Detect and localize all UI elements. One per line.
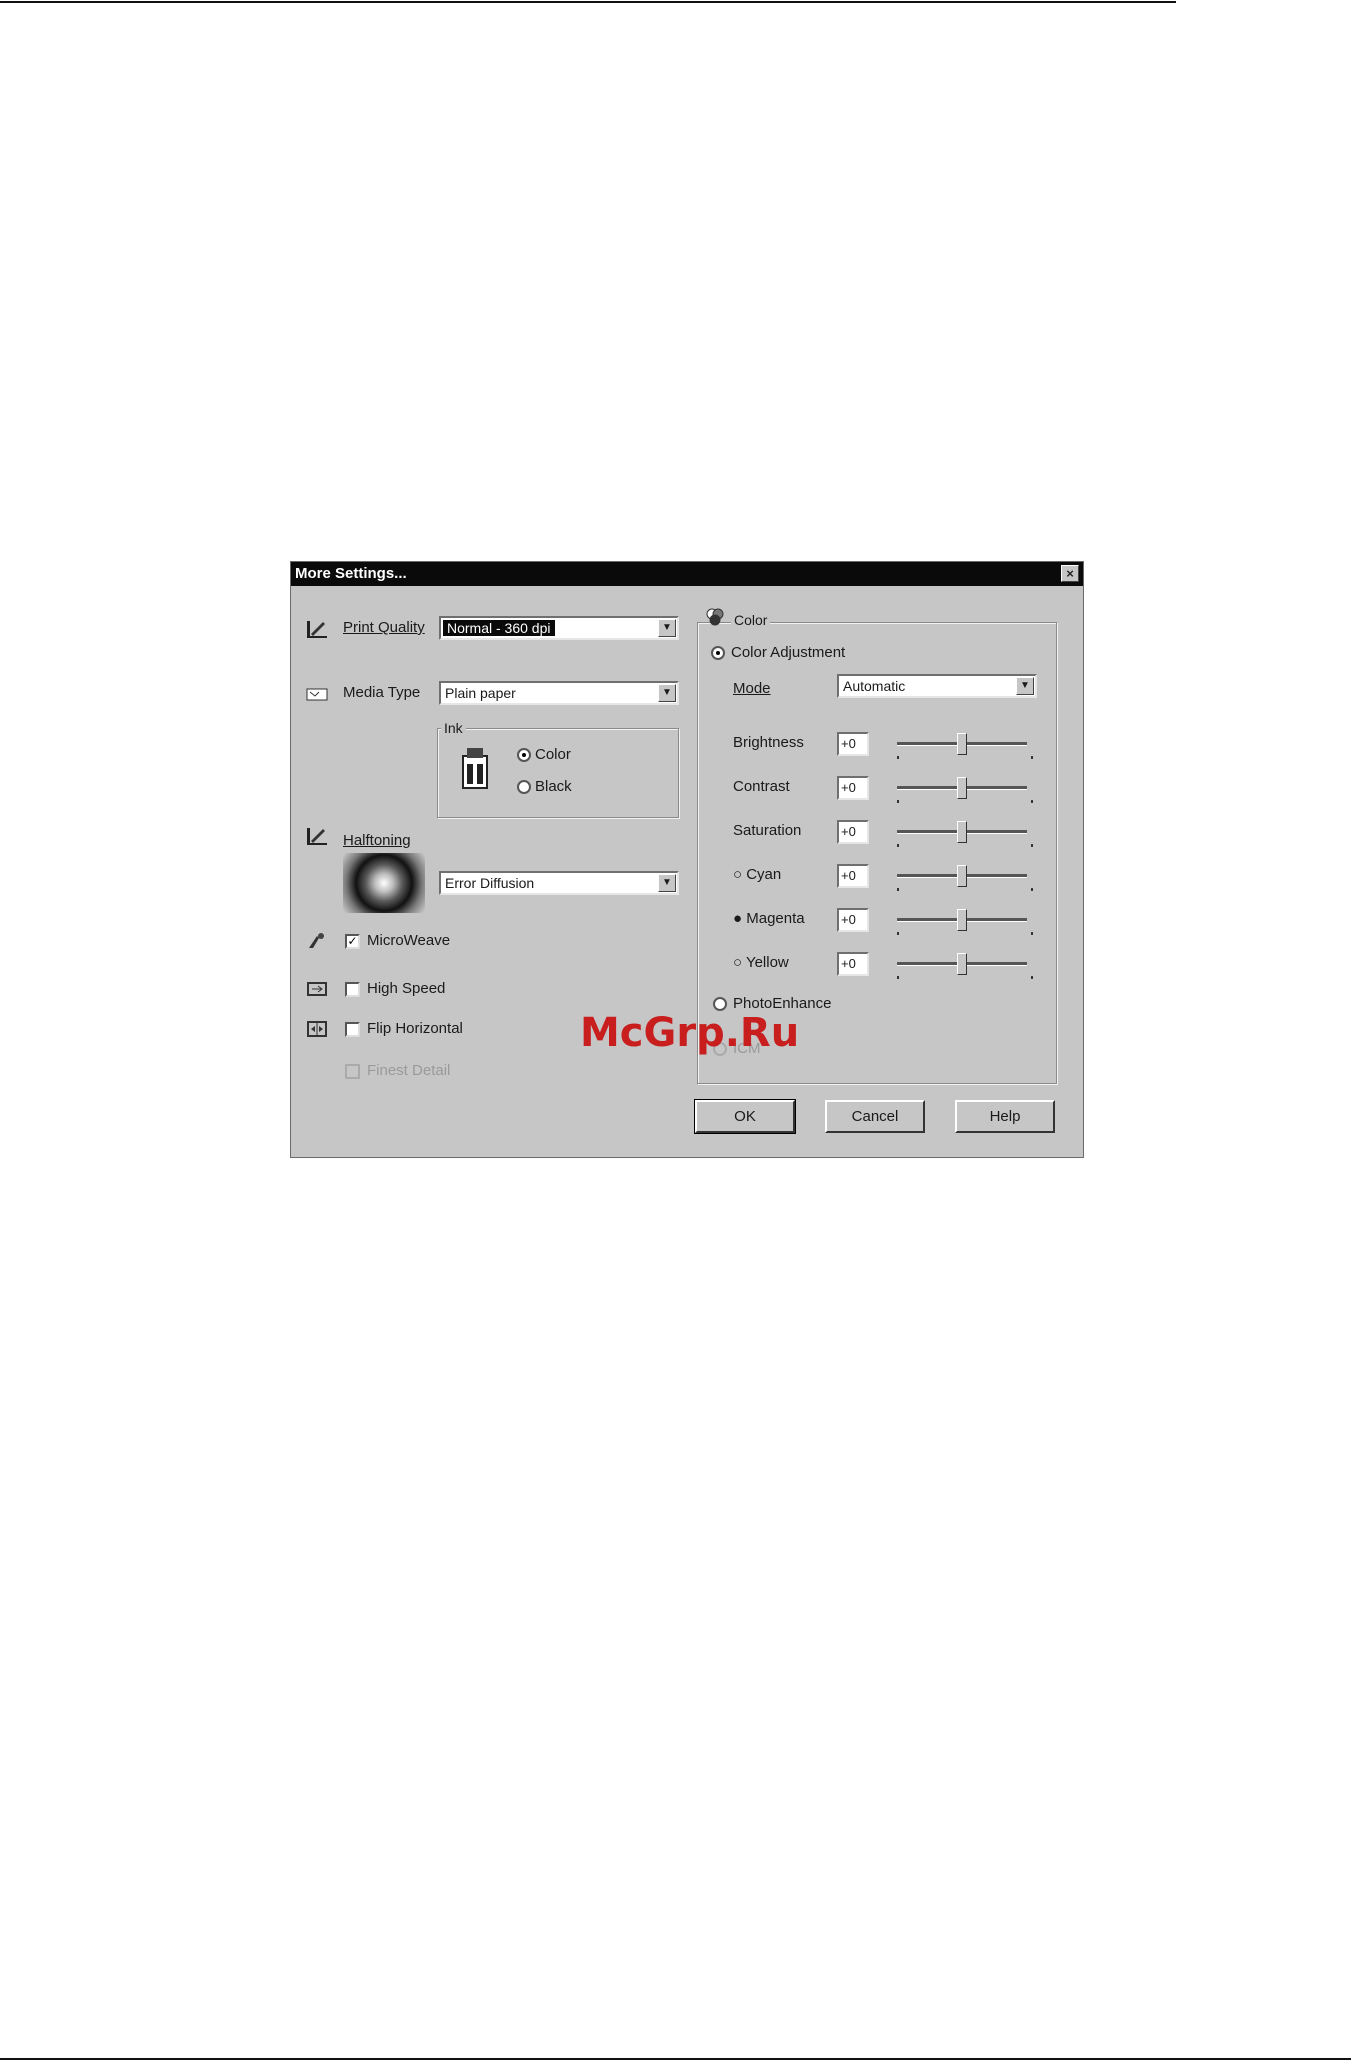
slider-label-brightness: Brightness: [733, 734, 804, 751]
print-quality-icon: [305, 618, 329, 640]
color-adjustment-label: Color Adjustment: [731, 644, 846, 661]
high-speed-icon: [305, 978, 329, 1000]
halftone-preview-image: [343, 853, 425, 913]
high-speed-label: High Speed: [367, 980, 446, 997]
media-type-icon: [305, 683, 329, 705]
microweave-icon: [305, 930, 329, 952]
dialog-titlebar: More Settings... ×: [291, 562, 1083, 586]
slider-label-yellow: ○ Yellow: [733, 954, 789, 971]
slider-label-contrast: Contrast: [733, 778, 790, 795]
slider-value-saturation[interactable]: +0: [837, 820, 869, 844]
slider-thumb-magenta[interactable]: [957, 909, 967, 931]
slider-thumb-saturation[interactable]: [957, 821, 967, 843]
media-type-select[interactable]: Plain paper ▼: [439, 681, 679, 705]
media-type-value: Plain paper: [445, 685, 516, 701]
media-type-label: Media Type: [343, 684, 421, 701]
slider-tick: [897, 800, 899, 803]
chevron-down-icon[interactable]: ▼: [1016, 677, 1034, 695]
microweave-checkbox[interactable]: ✓: [345, 934, 360, 949]
slider-tick: [1031, 888, 1033, 891]
slider-value-cyan[interactable]: +0: [837, 864, 869, 888]
ink-color-label: Color: [535, 746, 571, 763]
slider-value-contrast[interactable]: +0: [837, 776, 869, 800]
chevron-down-icon[interactable]: ▼: [658, 874, 676, 892]
ok-button[interactable]: OK: [694, 1099, 796, 1134]
halftoning-icon: [305, 825, 329, 847]
flip-horizontal-label: Flip Horizontal: [367, 1020, 463, 1037]
print-quality-value: Normal - 360 dpi: [443, 620, 555, 636]
slider-value-magenta[interactable]: +0: [837, 908, 869, 932]
slider-thumb-yellow[interactable]: [957, 953, 967, 975]
ink-black-label: Black: [535, 778, 572, 795]
slider-tick: [1031, 976, 1033, 979]
slider-label-magenta: ● Magenta: [733, 910, 805, 927]
ink-black-radio[interactable]: [517, 780, 531, 794]
slider-tick: [897, 844, 899, 847]
slider-thumb-contrast[interactable]: [957, 777, 967, 799]
slider-tick: [1031, 756, 1033, 759]
watermark-text: McGrp.Ru: [580, 1010, 800, 1056]
slider-tick: [897, 932, 899, 935]
slider-value-brightness[interactable]: +0: [837, 732, 869, 756]
slider-tick: [1031, 800, 1033, 803]
slider-label-cyan: ○ Cyan: [733, 866, 782, 883]
slider-tick: [1031, 932, 1033, 935]
halftoning-select[interactable]: Error Diffusion ▼: [439, 871, 679, 895]
slider-label-saturation: Saturation: [733, 822, 802, 839]
slider-tick: [1031, 844, 1033, 847]
halftoning-label: Halftoning: [343, 832, 411, 849]
chevron-down-icon[interactable]: ▼: [658, 684, 676, 702]
print-quality-select[interactable]: Normal - 360 dpi ▼: [439, 616, 679, 640]
mode-select[interactable]: Automatic ▼: [837, 674, 1037, 698]
flip-horizontal-icon: [305, 1018, 329, 1040]
slider-value-yellow[interactable]: +0: [837, 952, 869, 976]
slider-tick: [897, 756, 899, 759]
print-quality-label: Print Quality: [343, 619, 425, 636]
photo-enhance-radio[interactable]: [713, 997, 727, 1011]
bottom-rule: [0, 2058, 1351, 2060]
ink-group-title: Ink: [441, 720, 466, 736]
more-settings-dialog: More Settings... × Print Quality Normal …: [290, 561, 1084, 1158]
slider-tick: [897, 888, 899, 891]
slider-thumb-cyan[interactable]: [957, 865, 967, 887]
ink-color-radio[interactable]: [517, 748, 531, 762]
help-button[interactable]: Help: [955, 1100, 1055, 1133]
top-rule: [0, 1, 1176, 3]
color-adjustment-radio[interactable]: [711, 646, 725, 660]
color-icon: [703, 606, 727, 628]
close-icon: ×: [1066, 566, 1074, 581]
ink-cartridge-icon: [462, 748, 488, 789]
close-button[interactable]: ×: [1061, 565, 1079, 582]
high-speed-checkbox[interactable]: [345, 982, 360, 997]
mode-label: Mode: [733, 680, 771, 697]
finest-detail-checkbox[interactable]: [345, 1064, 360, 1079]
slider-thumb-brightness[interactable]: [957, 733, 967, 755]
halftoning-value: Error Diffusion: [445, 875, 535, 891]
microweave-label: MicroWeave: [367, 932, 451, 949]
flip-horizontal-checkbox[interactable]: [345, 1022, 360, 1037]
slider-tick: [897, 976, 899, 979]
chevron-down-icon[interactable]: ▼: [658, 619, 676, 637]
color-group-title: Color: [731, 612, 771, 628]
finest-detail-label: Finest Detail: [367, 1062, 451, 1079]
dialog-title: More Settings...: [295, 565, 407, 582]
cancel-button[interactable]: Cancel: [825, 1100, 925, 1133]
mode-value: Automatic: [843, 678, 906, 694]
